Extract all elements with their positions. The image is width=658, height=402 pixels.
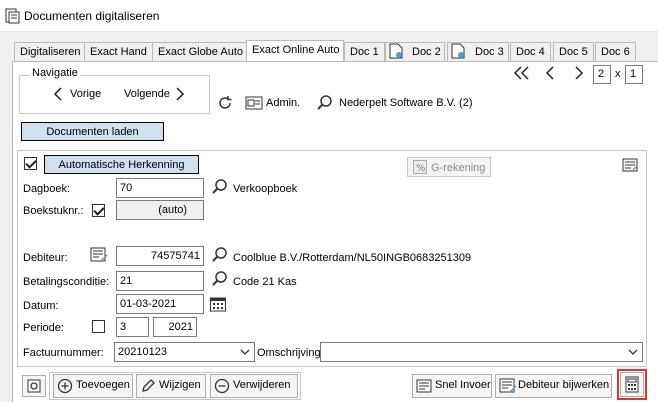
edit-label: Wijzigen (159, 379, 201, 391)
percent-icon: % (413, 160, 427, 174)
boekstuk-label: Boekstuknr.: (23, 205, 84, 217)
gear-icon (27, 379, 41, 393)
debiteur-field[interactable]: 74575741 (116, 246, 204, 266)
periode-label: Periode: (23, 322, 64, 334)
update-debtor-label: Debiteur bijwerken (518, 379, 610, 391)
chevron-right-icon (175, 87, 185, 101)
next-page-icon[interactable] (574, 66, 584, 80)
search-icon[interactable] (316, 94, 334, 112)
update-debtor-button[interactable]: Debiteur bijwerken (495, 374, 612, 398)
tab-doc-3-label: Doc 3 (475, 46, 504, 58)
pencil-icon (140, 378, 156, 394)
chevron-down-icon (628, 348, 638, 356)
delete-label: Verwijderen (233, 379, 291, 391)
g-account-label: G-rekening (431, 162, 486, 174)
auto-recognition-checkbox[interactable] (24, 157, 37, 170)
omschrijving-field[interactable] (320, 342, 643, 362)
page-separator: x (615, 68, 621, 80)
delete-button[interactable]: Verwijderen (210, 374, 298, 398)
plus-circle-icon (57, 378, 73, 394)
add-label: Toevoegen (76, 379, 130, 391)
chevron-down-icon (240, 348, 250, 356)
page-total-field: 1 (625, 65, 643, 84)
first-page-icon[interactable] (513, 66, 531, 80)
periode-checkbox[interactable] (92, 320, 105, 333)
admin-icon (245, 95, 263, 111)
edit-button[interactable]: Wijzigen (136, 374, 206, 398)
periode-field[interactable]: 3 (116, 317, 149, 337)
minus-circle-icon (214, 378, 230, 394)
boekstuk-field: (auto) (116, 200, 204, 220)
refresh-icon[interactable] (217, 95, 233, 111)
debiteur-search-icon[interactable] (211, 246, 229, 264)
document-icon (389, 43, 403, 59)
factuur-label: Factuurnummer: (23, 347, 104, 359)
boekstuk-auto-checkbox[interactable] (92, 204, 105, 217)
debiteur-label: Debiteur: (23, 252, 68, 264)
tab-doc-6[interactable]: Doc 6 (595, 42, 636, 61)
tab-exact-online-auto[interactable]: Exact Online Auto (246, 40, 344, 62)
dagboek-field[interactable]: 70 (116, 178, 204, 198)
datum-field[interactable]: 01-03-2021 (116, 294, 204, 314)
prev-page-icon[interactable] (545, 66, 555, 80)
window-title: Documenten digitaliseren (24, 9, 160, 23)
calendar-icon[interactable] (209, 295, 227, 313)
add-button[interactable]: Toevoegen (53, 374, 133, 398)
dagboek-label: Dagboek: (23, 183, 71, 195)
tab-doc-2-label: Doc 2 (412, 46, 441, 58)
auto-recognition-button[interactable]: Automatische Herkenning (44, 155, 199, 174)
datum-label: Datum: (23, 300, 59, 312)
quick-entry-label: Snel Invoer (435, 379, 491, 391)
calculator-icon (625, 376, 639, 393)
debtor-card-icon[interactable] (90, 247, 108, 263)
omschrijving-label: Omschrijving: (257, 347, 324, 359)
debtor-edit-icon (499, 378, 517, 394)
betaling-field[interactable]: 21 (116, 271, 204, 291)
tab-doc-1[interactable]: Doc 1 (344, 42, 385, 61)
calculator-button[interactable] (620, 372, 644, 397)
quick-entry-button[interactable]: Snel Invoer (412, 374, 492, 398)
tab-exact-hand[interactable]: Exact Hand (84, 42, 153, 61)
factuur-value: 20210123 (118, 346, 167, 358)
document-icon (451, 43, 465, 59)
dagboek-search-icon[interactable] (211, 178, 229, 196)
title-bar: Documenten digitaliseren (0, 0, 658, 32)
tab-exact-globe-auto[interactable]: Exact Globe Auto (152, 42, 249, 61)
periode-year-field[interactable]: 2021 (153, 317, 197, 337)
previous-label: Vorige (70, 88, 102, 100)
percent-icon (416, 379, 432, 393)
dagboek-description: Verkoopboek (233, 183, 298, 195)
tab-doc-4[interactable]: Doc 4 (510, 42, 551, 61)
page-current-field[interactable]: 2 (593, 65, 611, 84)
navigation-group-label: Navigatie (30, 67, 80, 79)
admin-button[interactable]: Admin. (245, 95, 305, 113)
betaling-description: Code 21 Kas (233, 276, 297, 288)
debiteur-description: Coolblue B.V./Rotterdam/NL50INGB06832513… (233, 252, 472, 264)
admin-label: Admin. (266, 97, 301, 109)
chevron-left-icon (53, 87, 63, 101)
tab-doc-5[interactable]: Doc 5 (553, 42, 594, 61)
g-account-button: % G-rekening (407, 157, 491, 177)
svg-text:%: % (416, 163, 426, 174)
settings-button[interactable] (22, 375, 46, 397)
next-label: Volgende (124, 88, 170, 100)
factuur-field[interactable]: 20210123 (114, 342, 255, 362)
betaling-label: Betalingsconditie: (23, 276, 110, 288)
tab-digitaliseren[interactable]: Digitaliseren (14, 42, 87, 61)
load-documents-button[interactable]: Documenten laden (21, 122, 164, 141)
app-icon (4, 8, 20, 24)
betaling-search-icon[interactable] (211, 270, 229, 288)
previous-button[interactable]: Vorige (38, 84, 106, 106)
next-button[interactable]: Volgende (118, 84, 192, 106)
notes-icon[interactable] (622, 157, 638, 173)
company-name: Nederpelt Software B.V. (2) (339, 97, 473, 109)
